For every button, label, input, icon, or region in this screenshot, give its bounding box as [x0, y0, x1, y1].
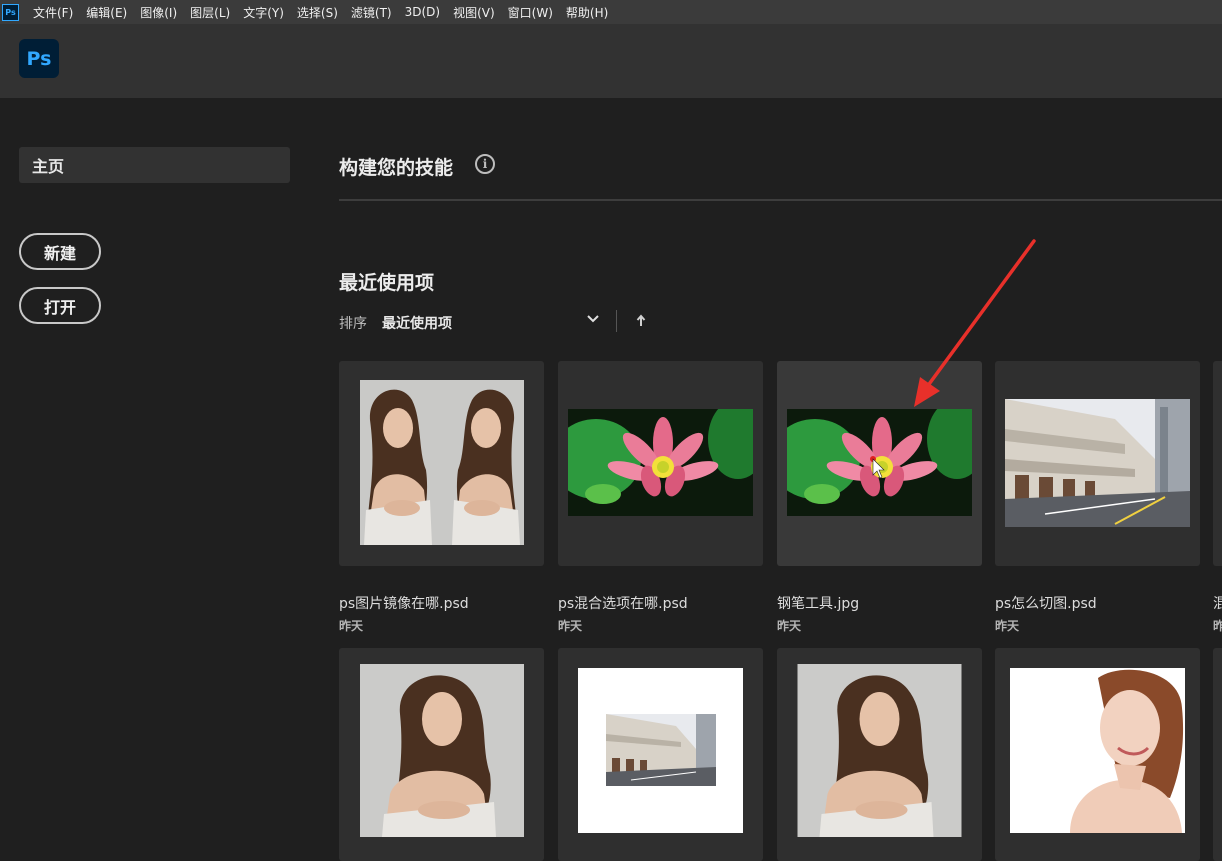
- file-name[interactable]: ps图片镜像在哪.psd: [339, 593, 469, 613]
- chevron-down-icon[interactable]: [585, 311, 601, 327]
- recent-file-card[interactable]: [995, 361, 1200, 566]
- recent-file-card[interactable]: [339, 361, 544, 566]
- menu-layer[interactable]: 图层(L): [190, 4, 230, 21]
- file-name[interactable]: ps怎么切图.psd: [995, 593, 1097, 613]
- recent-file-card-partial[interactable]: [1213, 361, 1222, 566]
- recent-file-card[interactable]: [339, 648, 544, 861]
- menu-select[interactable]: 选择(S): [297, 4, 338, 21]
- recent-file-card[interactable]: [558, 361, 763, 566]
- skills-title: 构建您的技能: [339, 157, 454, 179]
- recent-file-card[interactable]: [777, 648, 982, 861]
- menu-edit[interactable]: 编辑(E): [86, 4, 127, 21]
- app-header: Ps: [0, 24, 1222, 98]
- sort-direction-arrow-icon[interactable]: [635, 314, 647, 328]
- menu-type[interactable]: 文字(Y): [243, 4, 284, 21]
- photoshop-logo: Ps: [19, 39, 59, 78]
- menu-window[interactable]: 窗口(W): [508, 4, 553, 21]
- file-thumbnail: [787, 409, 972, 516]
- menu-bar: Ps 文件(F) 编辑(E) 图像(I) 图层(L) 文字(Y) 选择(S) 滤…: [0, 0, 1222, 24]
- file-thumbnail: [568, 409, 753, 516]
- info-icon[interactable]: i: [475, 154, 495, 174]
- file-name-partial[interactable]: 混: [1213, 593, 1222, 613]
- menu-file[interactable]: 文件(F): [33, 4, 73, 21]
- file-thumbnail: [797, 664, 962, 837]
- menu-3d[interactable]: 3D(D): [405, 5, 440, 19]
- menu-help[interactable]: 帮助(H): [566, 4, 608, 21]
- file-date: 昨天: [995, 619, 1020, 633]
- file-thumbnail: [360, 664, 524, 837]
- sort-dropdown[interactable]: 最近使用项: [382, 313, 452, 333]
- file-date: 昨天: [558, 619, 583, 633]
- file-date-partial: 昨: [1213, 619, 1222, 633]
- file-thumbnail: [360, 380, 524, 545]
- file-thumbnail: [578, 668, 743, 833]
- recent-title: 最近使用项: [339, 272, 435, 294]
- recent-file-card[interactable]: [777, 361, 982, 566]
- recent-file-card-partial[interactable]: [1213, 648, 1222, 861]
- divider: [339, 199, 1222, 201]
- file-name[interactable]: 钢笔工具.jpg: [777, 593, 859, 613]
- home-main: 构建您的技能 i 最近使用项 排序 最近使用项 ps图片镜像在哪.psd 昨天 …: [339, 98, 1222, 861]
- recent-file-card[interactable]: [558, 648, 763, 861]
- sort-label: 排序: [339, 316, 367, 332]
- new-button[interactable]: 新建: [19, 233, 101, 270]
- recent-file-card[interactable]: [995, 648, 1200, 861]
- menu-image[interactable]: 图像(I): [140, 4, 177, 21]
- sidebar: 主页 新建 打开: [0, 98, 310, 861]
- sidebar-item-home[interactable]: 主页: [19, 147, 290, 183]
- file-name[interactable]: ps混合选项在哪.psd: [558, 593, 688, 613]
- photoshop-app-icon[interactable]: Ps: [2, 3, 19, 21]
- sort-separator: [616, 310, 617, 332]
- file-date: 昨天: [339, 619, 364, 633]
- file-thumbnail: [1005, 399, 1190, 527]
- file-date: 昨天: [777, 619, 802, 633]
- file-thumbnail: [1010, 668, 1185, 833]
- menu-view[interactable]: 视图(V): [453, 4, 495, 21]
- open-button[interactable]: 打开: [19, 287, 101, 324]
- menu-filter[interactable]: 滤镜(T): [351, 4, 392, 21]
